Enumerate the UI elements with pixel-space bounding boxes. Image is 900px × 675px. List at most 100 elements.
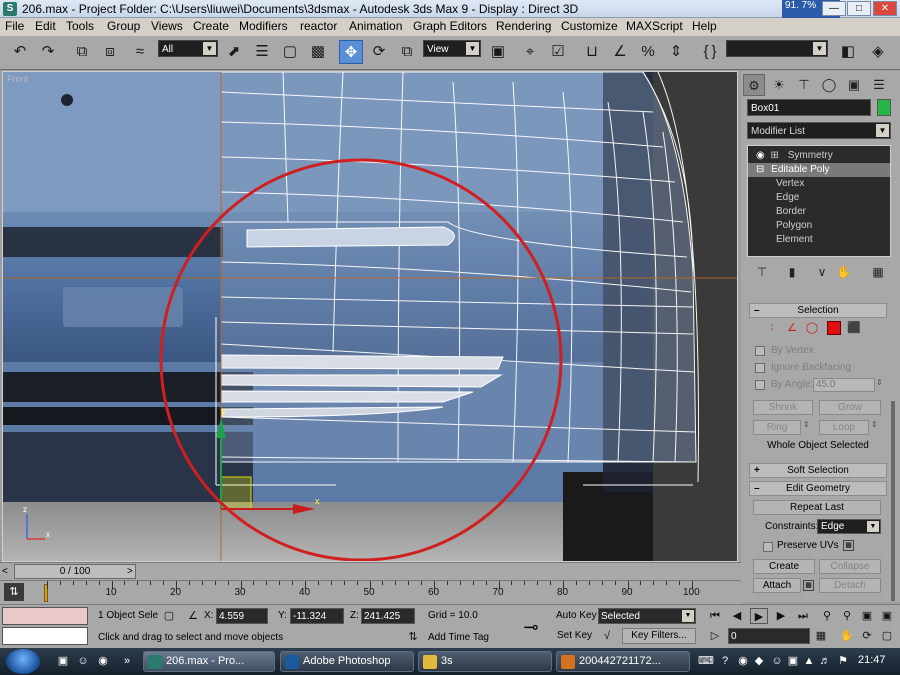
y-coordinate-field[interactable]: -11.324: [290, 608, 344, 624]
add-time-tag[interactable]: Add Time Tag: [428, 632, 489, 643]
time-tag-icon[interactable]: ⇅: [404, 629, 422, 645]
key-filters-button[interactable]: Key Filters...: [622, 628, 696, 644]
stack-item-symmetry[interactable]: ◉ ⊞ Symmetry: [748, 149, 890, 163]
time-configuration-icon[interactable]: ▦: [812, 628, 830, 644]
next-frame-icon[interactable]: ▶: [772, 608, 790, 624]
security-icon[interactable]: ▣: [786, 654, 800, 668]
mini-curve-editor-icon[interactable]: ⇅: [4, 583, 24, 601]
repeat-last-button[interactable]: Repeat Last: [753, 500, 881, 515]
edit-geometry-rollout-header[interactable]: – Edit Geometry: [749, 481, 887, 496]
menu-animation[interactable]: Animation: [349, 19, 402, 33]
menu-maxscript[interactable]: MAXScript: [626, 19, 683, 33]
motion-tab-icon[interactable]: ◯: [818, 74, 840, 96]
key-mode-toggle-icon[interactable]: ▷: [706, 628, 724, 644]
go-to-start-icon[interactable]: ⏮: [706, 608, 724, 624]
menu-help[interactable]: Help: [692, 19, 717, 33]
create-tab-icon[interactable]: ⚙: [743, 74, 765, 96]
ring-spinner-icon[interactable]: ⇕: [803, 420, 812, 435]
settings-icon[interactable]: ▦: [843, 540, 854, 551]
menu-views[interactable]: Views: [151, 19, 183, 33]
named-selection-sets-icon[interactable]: { }: [698, 40, 722, 64]
border-mode-icon[interactable]: ◯: [805, 321, 819, 335]
menu-customize[interactable]: Customize: [561, 19, 618, 33]
stack-item-edge[interactable]: Edge: [748, 191, 890, 205]
select-and-scale-icon[interactable]: ⧉: [395, 40, 419, 64]
selection-rollout-header[interactable]: – Selection: [749, 303, 887, 318]
window-crossing-icon[interactable]: ▩: [306, 40, 330, 64]
maximize-viewport-icon[interactable]: ▢: [878, 628, 896, 644]
grow-button[interactable]: Grow: [819, 400, 881, 415]
percent-snap-icon[interactable]: %: [636, 40, 660, 64]
make-unique-icon[interactable]: ∨: [813, 263, 831, 281]
menu-tools[interactable]: Tools: [66, 19, 94, 33]
pivot-center-icon[interactable]: ▣: [486, 40, 510, 64]
select-object-icon[interactable]: ⬈: [222, 40, 246, 64]
preserve-uvs-checkbox[interactable]: [763, 542, 773, 552]
show-end-result-icon[interactable]: ▮: [783, 263, 801, 281]
key-mode-dropdown[interactable]: Selected ▼: [598, 608, 696, 624]
select-by-name-icon[interactable]: ☰: [250, 40, 274, 64]
by-angle-checkbox[interactable]: [755, 380, 765, 390]
attach-settings-icon[interactable]: ▦: [803, 580, 814, 591]
expand-icon[interactable]: ⊞: [771, 150, 779, 161]
zoom-icon[interactable]: ⚲: [818, 608, 836, 624]
select-and-link-icon[interactable]: ⧉: [70, 40, 94, 64]
angle-value-field[interactable]: 45.0: [813, 378, 875, 392]
remove-modifier-icon[interactable]: ✋: [835, 263, 853, 281]
detach-button[interactable]: Detach: [819, 578, 881, 593]
quick-launch-expand-icon[interactable]: »: [120, 654, 134, 668]
absolute-mode-icon[interactable]: ∠: [184, 608, 202, 624]
constraints-dropdown[interactable]: Edge ▼: [817, 519, 881, 534]
utilities-tab-icon[interactable]: ☰: [868, 74, 890, 96]
ignore-backfacing-checkbox[interactable]: [755, 363, 765, 373]
mirror-icon[interactable]: ◧: [836, 40, 860, 64]
vertex-mode-icon[interactable]: ∶: [765, 321, 779, 335]
play-icon[interactable]: ▶: [750, 608, 768, 624]
help-icon[interactable]: ?: [718, 654, 732, 668]
create-button[interactable]: Create: [753, 559, 815, 574]
reference-coordinate-dropdown[interactable]: View ▼: [423, 40, 481, 57]
zoom-all-icon[interactable]: ⚲: [838, 608, 856, 624]
polygon-mode-icon[interactable]: [827, 321, 841, 335]
flag-icon[interactable]: ⚑: [836, 654, 850, 668]
menu-file[interactable]: File: [5, 19, 24, 33]
set-key-icon[interactable]: √: [598, 628, 616, 644]
select-and-rotate-icon[interactable]: ⟳: [367, 40, 391, 64]
pin-stack-icon[interactable]: ⊤: [753, 263, 771, 281]
undo-icon[interactable]: ↶: [8, 40, 32, 64]
time-slider-thumb[interactable]: 0 / 100: [14, 564, 136, 579]
stack-item-border[interactable]: Border: [748, 205, 890, 219]
stack-item-vertex[interactable]: Vertex: [748, 177, 890, 191]
menu-group[interactable]: Group: [107, 19, 140, 33]
menu-rendering[interactable]: Rendering: [496, 19, 551, 33]
close-button[interactable]: ✕: [873, 1, 897, 16]
spinner-snap-icon[interactable]: ⇕: [664, 40, 688, 64]
taskbar-item-photoshop[interactable]: Adobe Photoshop: [280, 651, 414, 672]
browser-icon[interactable]: ◉: [96, 654, 110, 668]
maximize-button[interactable]: □: [847, 1, 871, 16]
messenger-tray-icon[interactable]: ☺: [770, 654, 784, 668]
z-coordinate-field[interactable]: 241.425: [361, 608, 415, 624]
menu-graph-editors[interactable]: Graph Editors: [413, 19, 487, 33]
selection-filter-dropdown[interactable]: All ▼: [158, 40, 218, 57]
panel-scrollbar[interactable]: [891, 401, 895, 601]
modifier-list-dropdown[interactable]: Modifier List ▼: [747, 122, 891, 139]
taskbar-item-image[interactable]: 200442721172...: [556, 651, 690, 672]
align-icon[interactable]: ◈: [866, 40, 890, 64]
key-icon[interactable]: ⊸: [514, 611, 548, 643]
stack-item-element[interactable]: Element: [748, 233, 890, 247]
taskbar-item-folder[interactable]: 3s: [418, 651, 552, 672]
menu-reactor[interactable]: reactor: [300, 19, 337, 33]
chevron-left-icon[interactable]: <: [2, 566, 8, 577]
keyboard-icon[interactable]: ⌨: [698, 654, 714, 668]
show-desktop-icon[interactable]: ▣: [56, 654, 70, 668]
volume-icon[interactable]: ♬: [818, 654, 832, 668]
named-selection-dropdown[interactable]: ▼: [726, 40, 828, 57]
object-color-swatch[interactable]: [877, 99, 891, 116]
set-key-label[interactable]: Set Key: [557, 630, 592, 641]
auto-key-label[interactable]: Auto Key: [556, 610, 597, 621]
edge-mode-icon[interactable]: ∠: [785, 321, 799, 335]
arc-rotate-icon[interactable]: ⟳: [858, 628, 876, 644]
maxscript-listener-mini[interactable]: [2, 607, 88, 625]
menu-edit[interactable]: Edit: [35, 19, 56, 33]
